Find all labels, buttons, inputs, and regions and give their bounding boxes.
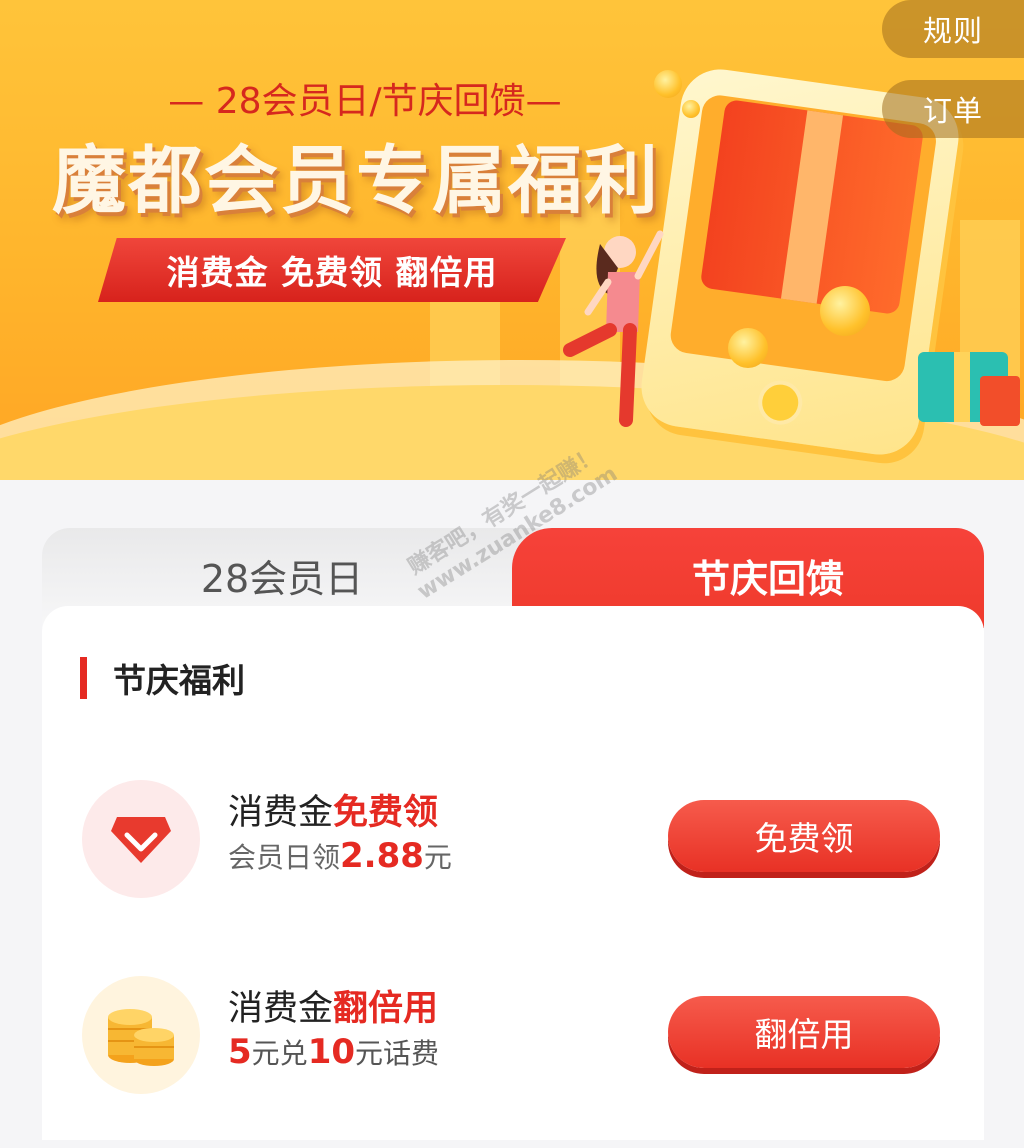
diamond-icon [82, 780, 200, 898]
banner-ribbon: 消费金 免费领 翻倍用 [98, 238, 566, 302]
section-heading: 节庆福利 [80, 656, 245, 700]
orders-button[interactable]: 订单 [882, 80, 1024, 138]
list-item-free-claim: 消费金免费领 会员日领2.88元 免费领 [80, 778, 946, 898]
banner-subtitle: — 28会员日/节庆回馈— [168, 81, 562, 122]
item-text: 消费金免费领 会员日领2.88元 [228, 790, 452, 878]
item-text: 消费金翻倍用 5元兑10元话费 [228, 986, 439, 1074]
free-claim-button[interactable]: 免费领 [668, 800, 940, 872]
double-use-button[interactable]: 翻倍用 [668, 996, 940, 1068]
coin-decoration [682, 100, 700, 118]
section-title: 节庆福利 [113, 661, 245, 700]
gift-box-illustration [699, 99, 925, 315]
rules-button[interactable]: 规则 [882, 0, 1024, 58]
benefits-card: 节庆福利 消费金免费领 会员日领2.88元 免费领 消费金翻倍用 5元兑10元话… [42, 606, 984, 1140]
hero-banner: — 28会员日/节庆回馈— 魔都会员专属福利 消费金 免费领 翻倍用 规则 订单 [0, 0, 1024, 480]
banner-title: 魔都会员专属福利 [52, 137, 660, 224]
coins-icon [82, 976, 200, 1094]
coin-decoration [654, 70, 682, 98]
item-title: 消费金免费领 [228, 793, 439, 833]
item-subtitle: 会员日领2.88元 [228, 836, 452, 876]
list-item-double-use: 消费金翻倍用 5元兑10元话费 翻倍用 [80, 974, 946, 1094]
small-gift-illustration [980, 376, 1020, 426]
heading-accent-bar [80, 657, 87, 699]
item-title: 消费金翻倍用 [228, 989, 439, 1029]
coin-decoration [728, 328, 768, 368]
coin-decoration [820, 286, 870, 336]
girl-illustration [563, 230, 664, 427]
item-subtitle: 5元兑10元话费 [228, 1032, 440, 1072]
